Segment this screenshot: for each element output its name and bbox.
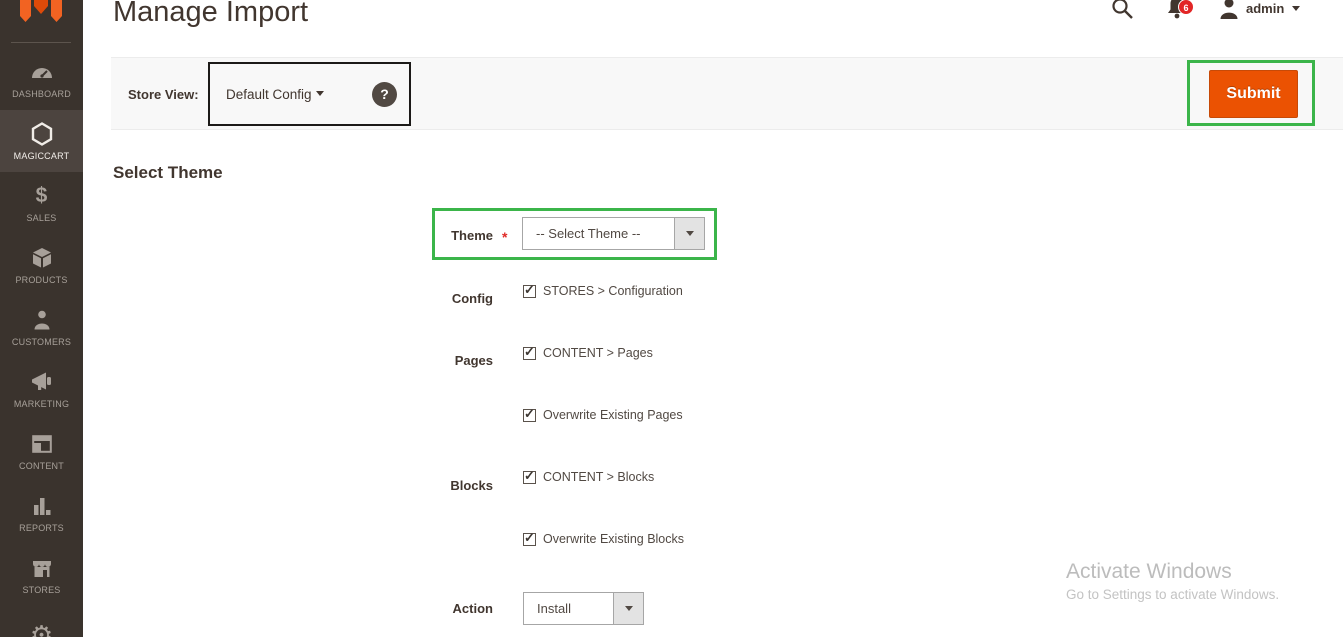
checkbox-stores-configuration[interactable] xyxy=(523,285,536,298)
sidebar-item-sales[interactable]: $ SALES xyxy=(0,172,83,234)
help-icon[interactable]: ? xyxy=(372,82,397,107)
sidebar-item-products[interactable]: PRODUCTS xyxy=(0,234,83,296)
checkbox-overwrite-existing-pages[interactable] xyxy=(523,409,536,422)
store-view-label: Store View: xyxy=(128,87,199,102)
theme-label: Theme xyxy=(363,228,493,243)
chevron-down-icon[interactable] xyxy=(316,91,324,96)
blocks-label: Blocks xyxy=(363,478,493,493)
checkbox-label: Overwrite Existing Pages xyxy=(543,408,683,423)
admin-username: admin xyxy=(1246,1,1284,16)
sidebar-item-label: SALES xyxy=(26,213,56,223)
theme-select-dropdown-button[interactable] xyxy=(674,218,704,249)
sidebar-item-customers[interactable]: CUSTOMERS xyxy=(0,296,83,358)
sidebar-item-magiccart[interactable]: MAGICCART xyxy=(0,110,83,172)
system-gear-icon: ⚙ xyxy=(30,623,53,637)
pages-label: Pages xyxy=(363,353,493,368)
config-checkbox-row: STORES > Configuration xyxy=(523,284,683,299)
content-icon xyxy=(30,432,54,457)
overwrite-blocks-checkbox-row: Overwrite Existing Blocks xyxy=(523,532,684,547)
watermark-subtitle: Go to Settings to activate Windows. xyxy=(1066,587,1279,602)
checkbox-content-blocks[interactable] xyxy=(523,471,536,484)
sidebar-item-label: MARKETING xyxy=(14,399,69,409)
checkbox-overwrite-existing-blocks[interactable] xyxy=(523,533,536,546)
sidebar-divider xyxy=(11,42,71,43)
products-icon xyxy=(30,246,54,271)
sidebar-item-stores[interactable]: STORES xyxy=(0,544,83,606)
sidebar-item-label: PRODUCTS xyxy=(15,275,67,285)
reports-icon xyxy=(30,494,54,519)
theme-select[interactable]: -- Select Theme -- xyxy=(522,217,705,250)
sidebar-item-system[interactable]: ⚙ xyxy=(0,606,83,637)
watermark-title: Activate Windows xyxy=(1066,560,1279,584)
action-select-value: Install xyxy=(524,593,613,624)
sidebar-item-label: MAGICCART xyxy=(14,151,70,161)
magiccart-icon xyxy=(30,122,54,147)
submit-button[interactable]: Submit xyxy=(1209,70,1298,118)
sidebar-item-label: DASHBOARD xyxy=(12,89,71,99)
config-label: Config xyxy=(363,291,493,306)
admin-user-menu[interactable]: admin xyxy=(1218,0,1343,22)
sidebar-item-label: STORES xyxy=(22,585,60,595)
sidebar-item-label: REPORTS xyxy=(19,523,64,533)
checkbox-label: STORES > Configuration xyxy=(543,284,683,299)
theme-select-value: -- Select Theme -- xyxy=(523,218,674,249)
checkbox-content-pages[interactable] xyxy=(523,347,536,360)
marketing-icon xyxy=(30,370,54,395)
blocks-checkbox-row: CONTENT > Blocks xyxy=(523,470,654,485)
customers-icon xyxy=(30,308,54,333)
stores-icon xyxy=(30,556,54,581)
user-avatar-icon xyxy=(1218,0,1240,20)
sidebar-item-content[interactable]: CONTENT xyxy=(0,420,83,482)
action-select[interactable]: Install xyxy=(523,592,644,625)
section-title: Select Theme xyxy=(113,163,223,183)
notification-count-badge: 6 xyxy=(1178,0,1194,15)
sidebar-item-label: CONTENT xyxy=(19,461,64,471)
chevron-down-icon xyxy=(625,606,633,611)
sidebar-item-reports[interactable]: REPORTS xyxy=(0,482,83,544)
action-label: Action xyxy=(363,601,493,616)
checkbox-label: CONTENT > Blocks xyxy=(543,470,654,485)
action-select-dropdown-button[interactable] xyxy=(613,593,643,624)
windows-activation-watermark: Activate Windows Go to Settings to activ… xyxy=(1066,560,1279,602)
sidebar-item-label: CUSTOMERS xyxy=(12,337,71,347)
overwrite-pages-checkbox-row: Overwrite Existing Pages xyxy=(523,408,683,423)
admin-sidebar: DASHBOARD MAGICCART $ SALES PRODUCTS CUS… xyxy=(0,0,83,637)
required-marker: * xyxy=(502,229,507,245)
magento-logo-icon[interactable] xyxy=(20,0,62,28)
sidebar-item-marketing[interactable]: MARKETING xyxy=(0,358,83,420)
sales-icon: $ xyxy=(36,184,48,209)
chevron-down-icon xyxy=(686,231,694,236)
chevron-down-icon xyxy=(1292,6,1300,11)
store-view-value[interactable]: Default Config xyxy=(226,87,312,102)
checkbox-label: Overwrite Existing Blocks xyxy=(543,532,684,547)
page-title: Manage Import xyxy=(113,0,308,29)
search-icon[interactable] xyxy=(1110,0,1134,21)
manage-import-page: DASHBOARD MAGICCART $ SALES PRODUCTS CUS… xyxy=(0,0,1343,637)
pages-checkbox-row: CONTENT > Pages xyxy=(523,346,653,361)
dashboard-icon xyxy=(30,60,54,85)
sidebar-item-dashboard[interactable]: DASHBOARD xyxy=(0,48,83,110)
checkbox-label: CONTENT > Pages xyxy=(543,346,653,361)
